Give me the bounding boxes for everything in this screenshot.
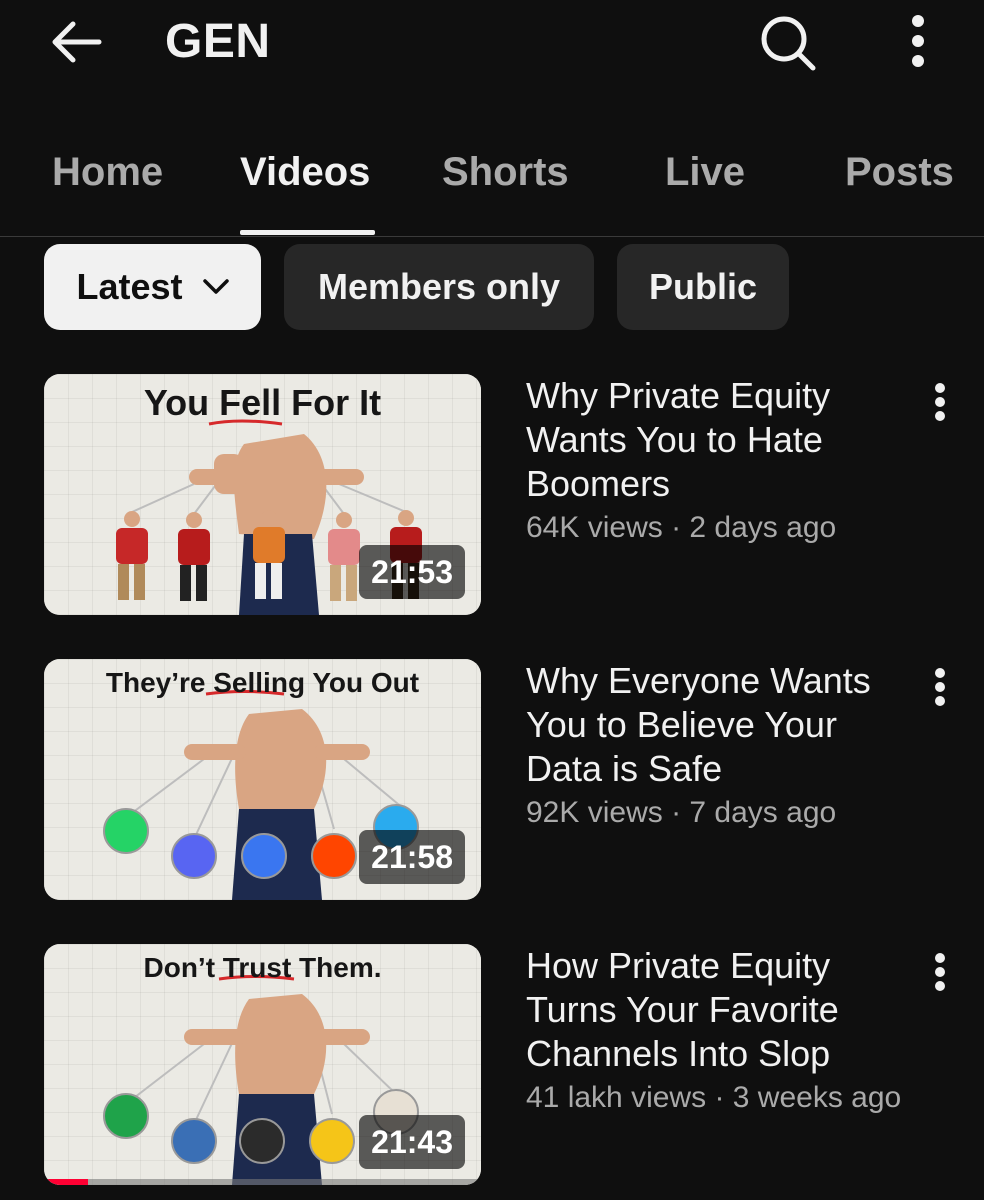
video-title[interactable]: Why Everyone Wants You to Believe Your D… xyxy=(526,659,916,791)
upload-age: 7 days ago xyxy=(689,796,837,829)
separator-dot: · xyxy=(714,1081,733,1114)
upload-age: 2 days ago xyxy=(689,511,837,544)
more-vertical-icon xyxy=(912,15,924,67)
tab-home[interactable]: Home xyxy=(52,148,163,196)
duration-badge: 21:58 xyxy=(359,830,465,884)
search-icon xyxy=(761,16,816,71)
more-vertical-icon xyxy=(935,383,945,421)
separator-dot: · xyxy=(671,796,690,829)
arrow-left-icon xyxy=(52,21,102,63)
video-item[interactable]: Don’t Trust Them. 21:43 How Private Equi… xyxy=(0,944,984,1189)
video-meta: Why Private Equity Wants You to Hate Boo… xyxy=(526,374,916,548)
video-meta: How Private Equity Turns Your Favorite C… xyxy=(526,944,916,1118)
tab-videos[interactable]: Videos xyxy=(240,148,370,196)
duration-badge: 21:43 xyxy=(359,1115,465,1169)
view-count: 41 lakh views xyxy=(526,1081,707,1114)
upload-age: 3 weeks ago xyxy=(732,1081,902,1114)
video-meta: Why Everyone Wants You to Believe Your D… xyxy=(526,659,916,833)
video-title[interactable]: How Private Equity Turns Your Favorite C… xyxy=(526,944,916,1076)
chip-public[interactable]: Public xyxy=(617,244,789,330)
tab-posts[interactable]: Posts xyxy=(845,148,954,196)
view-count: 92K views xyxy=(526,796,663,829)
channel-tabs: Home Videos Shorts Live Posts xyxy=(0,120,984,237)
video-thumbnail[interactable]: They’re Selling You Out 21:58 xyxy=(44,659,481,900)
more-vertical-icon xyxy=(935,953,945,991)
video-more-button[interactable] xyxy=(918,659,962,715)
video-more-button[interactable] xyxy=(918,374,962,430)
video-stats: 64K views · 2 days ago xyxy=(526,508,916,548)
thumbnail-headline: Don’t Trust Them. xyxy=(143,952,382,983)
tab-shorts[interactable]: Shorts xyxy=(442,148,569,196)
back-button[interactable] xyxy=(44,14,106,70)
video-more-button[interactable] xyxy=(918,944,962,1000)
chevron-down-icon xyxy=(202,279,229,295)
active-tab-indicator xyxy=(240,230,375,235)
video-item[interactable]: You Fell For It 21:53 Why Private Equity… xyxy=(0,374,984,619)
chip-members-only[interactable]: Members only xyxy=(284,244,594,330)
chip-latest[interactable]: Latest xyxy=(44,244,261,330)
watch-progress-bar xyxy=(44,1179,481,1185)
thumbnail-headline: They’re Selling You Out xyxy=(105,667,420,698)
video-thumbnail[interactable]: You Fell For It 21:53 xyxy=(44,374,481,615)
top-app-bar: GEN xyxy=(0,0,984,90)
filter-chips: Latest Members only Public xyxy=(0,244,984,334)
view-count: 64K views xyxy=(526,511,663,544)
video-item[interactable]: They’re Selling You Out 21:58 Why Everyo… xyxy=(0,659,984,904)
video-thumbnail[interactable]: Don’t Trust Them. 21:43 xyxy=(44,944,481,1185)
video-stats: 41 lakh views · 3 weeks ago xyxy=(526,1078,916,1118)
tab-live[interactable]: Live xyxy=(665,148,745,196)
thumbnail-headline: You Fell For It xyxy=(143,382,382,423)
channel-title: GEN xyxy=(165,15,271,68)
more-options-button[interactable] xyxy=(890,10,946,72)
chip-label: Latest xyxy=(76,266,183,307)
more-vertical-icon xyxy=(935,668,945,706)
search-button[interactable] xyxy=(752,12,824,74)
watch-progress-fill xyxy=(44,1179,88,1185)
video-title[interactable]: Why Private Equity Wants You to Hate Boo… xyxy=(526,374,916,506)
duration-badge: 21:53 xyxy=(359,545,465,599)
video-stats: 92K views · 7 days ago xyxy=(526,793,916,833)
separator-dot: · xyxy=(671,511,690,544)
